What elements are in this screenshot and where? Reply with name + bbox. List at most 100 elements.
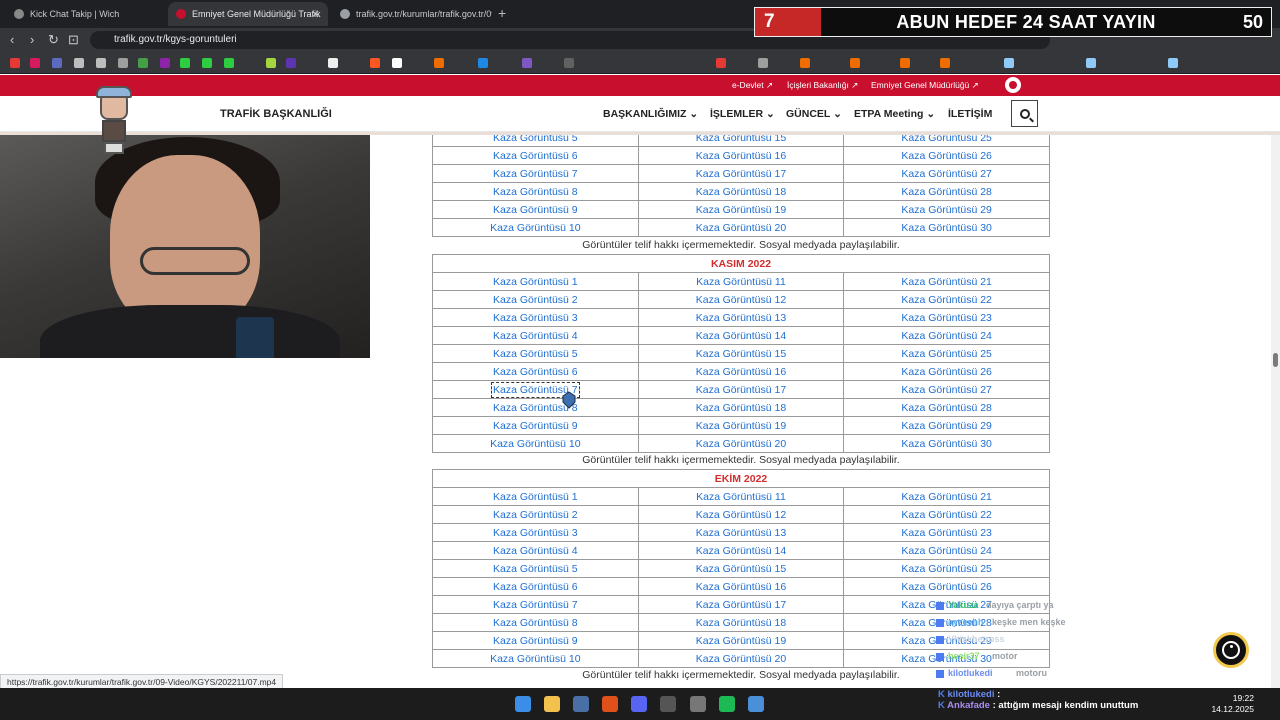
video-link[interactable]: Kaza Görüntüsü 26 bbox=[901, 150, 991, 162]
bookmark-icon[interactable] bbox=[800, 58, 810, 68]
video-link[interactable]: Kaza Görüntüsü 16 bbox=[696, 581, 786, 593]
new-tab-icon[interactable]: + bbox=[498, 5, 506, 21]
nav-islemler[interactable]: İŞLEMLER ⌄ bbox=[710, 108, 775, 120]
video-link[interactable]: Kaza Görüntüsü 21 bbox=[901, 276, 991, 288]
video-link[interactable]: Kaza Görüntüsü 2 bbox=[493, 294, 578, 306]
gmail-icon[interactable] bbox=[118, 58, 128, 68]
video-link[interactable]: Kaza Görüntüsü 7 bbox=[493, 168, 578, 180]
folder-icon[interactable] bbox=[758, 58, 768, 68]
video-link[interactable]: Kaza Görüntüsü 13 bbox=[696, 527, 786, 539]
tab-trafik-file[interactable]: trafik.gov.tr/kurumlar/trafik.gov.tr/09 bbox=[332, 2, 492, 26]
video-link[interactable]: Kaza Görüntüsü 11 bbox=[696, 276, 786, 288]
bookmark-icon[interactable] bbox=[52, 58, 62, 68]
accessibility-button[interactable] bbox=[1213, 632, 1249, 668]
forward-icon[interactable]: › bbox=[30, 32, 34, 47]
video-link[interactable]: Kaza Görüntüsü 15 bbox=[696, 563, 786, 575]
bookmark-icon[interactable] bbox=[900, 58, 910, 68]
bookmark-icon[interactable] bbox=[286, 58, 296, 68]
video-link[interactable]: Kaza Görüntüsü 24 bbox=[901, 545, 991, 557]
video-link[interactable]: Kaza Görüntüsü 1 bbox=[493, 491, 578, 503]
video-link[interactable]: Kaza Görüntüsü 25 bbox=[901, 348, 991, 360]
bookmark-icon[interactable] bbox=[940, 58, 950, 68]
brave-browser-icon[interactable] bbox=[602, 696, 618, 712]
bookmark-icon[interactable] bbox=[10, 58, 20, 68]
video-link[interactable]: Kaza Görüntüsü 4 bbox=[493, 330, 578, 342]
video-link[interactable]: Kaza Görüntüsü 1 bbox=[493, 276, 578, 288]
video-link[interactable]: Kaza Görüntüsü 22 bbox=[901, 509, 991, 521]
bookmark-icon[interactable] bbox=[716, 58, 726, 68]
video-link[interactable]: Kaza Görüntüsü 30 bbox=[901, 222, 991, 234]
bookmark-icon[interactable] bbox=[96, 58, 106, 68]
site-search-button[interactable] bbox=[1011, 100, 1038, 127]
video-link[interactable]: Kaza Görüntüsü 28 bbox=[901, 186, 991, 198]
video-link[interactable]: Kaza Görüntüsü 25 bbox=[901, 563, 991, 575]
video-link[interactable]: Kaza Görüntüsü 27 bbox=[901, 168, 991, 180]
video-link[interactable]: Kaza Görüntüsü 17 bbox=[696, 168, 786, 180]
nav-baskanligimiz[interactable]: BAŞKANLIĞIMIZ ⌄ bbox=[603, 108, 698, 120]
twitch-icon[interactable] bbox=[160, 58, 170, 68]
video-link[interactable]: Kaza Görüntüsü 18 bbox=[696, 617, 786, 629]
windows-start-icon[interactable] bbox=[515, 696, 531, 712]
video-link[interactable]: Kaza Görüntüsü 14 bbox=[696, 545, 786, 557]
bookmark-icon[interactable] bbox=[522, 58, 532, 68]
bookmark-icon[interactable]: ⊡ bbox=[68, 32, 79, 48]
video-link[interactable]: Kaza Görüntüsü 21 bbox=[901, 491, 991, 503]
kick-icon[interactable] bbox=[202, 58, 212, 68]
nav-etpa[interactable]: ETPA Meeting ⌄ bbox=[854, 108, 935, 120]
video-link[interactable]: Kaza Görüntüsü 24 bbox=[901, 330, 991, 342]
video-link[interactable]: Kaza Görüntüsü 11 bbox=[696, 491, 786, 503]
steam-icon[interactable] bbox=[573, 696, 589, 712]
video-link[interactable]: Kaza Görüntüsü 2 bbox=[493, 509, 578, 521]
video-link[interactable]: Kaza Görüntüsü 17 bbox=[696, 599, 786, 611]
video-link[interactable]: Kaza Görüntüsü 6 bbox=[493, 150, 578, 162]
bookmark-icon[interactable] bbox=[564, 58, 574, 68]
video-link[interactable]: Kaza Görüntüsü 7 bbox=[493, 599, 578, 611]
obs-icon[interactable] bbox=[690, 696, 706, 712]
tab-egm-trafik[interactable]: Emniyet Genel Müdürlüğü Trafik ✕ bbox=[168, 2, 328, 26]
link-edevlet[interactable]: e-Devlet ↗ bbox=[732, 80, 773, 91]
video-link[interactable]: Kaza Görüntüsü 15 bbox=[696, 135, 786, 144]
video-link[interactable]: Kaza Görüntüsü 26 bbox=[901, 366, 991, 378]
discord-icon[interactable] bbox=[631, 696, 647, 712]
app-icon[interactable] bbox=[748, 696, 764, 712]
drive-icon[interactable] bbox=[138, 58, 148, 68]
x-twitter-icon[interactable] bbox=[328, 58, 338, 68]
bookmark-icon[interactable] bbox=[74, 58, 84, 68]
video-link[interactable]: Kaza Görüntüsü 22 bbox=[901, 294, 991, 306]
link-egm[interactable]: Emniyet Genel Müdürlüğü ↗ bbox=[871, 80, 979, 91]
video-link[interactable]: Kaza Görüntüsü 14 bbox=[696, 330, 786, 342]
steam-icon[interactable] bbox=[1086, 58, 1096, 68]
video-link[interactable]: Kaza Görüntüsü 6 bbox=[493, 581, 578, 593]
nav-iletisim[interactable]: İLETİŞİM bbox=[948, 108, 992, 120]
video-link[interactable]: Kaza Görüntüsü 25 bbox=[901, 135, 991, 144]
kick-icon[interactable] bbox=[224, 58, 234, 68]
instagram-icon[interactable] bbox=[30, 58, 40, 68]
video-link[interactable]: Kaza Görüntüsü 30 bbox=[901, 438, 991, 450]
video-link[interactable]: Kaza Görüntüsü 5 bbox=[493, 135, 578, 144]
spotify-icon[interactable] bbox=[719, 696, 735, 712]
steam-icon[interactable] bbox=[1004, 58, 1014, 68]
video-link[interactable]: Kaza Görüntüsü 29 bbox=[901, 204, 991, 216]
close-tab-icon[interactable]: ✕ bbox=[311, 8, 320, 21]
video-link[interactable]: Kaza Görüntüsü 28 bbox=[901, 402, 991, 414]
video-link[interactable]: Kaza Görüntüsü 9 bbox=[493, 635, 578, 647]
video-link[interactable]: Kaza Görüntüsü 5 bbox=[493, 563, 578, 575]
video-link[interactable]: Kaza Görüntüsü 12 bbox=[696, 294, 786, 306]
video-link[interactable]: Kaza Görüntüsü 29 bbox=[901, 420, 991, 432]
video-link[interactable]: Kaza Görüntüsü 19 bbox=[696, 635, 786, 647]
kick-icon[interactable] bbox=[180, 58, 190, 68]
back-icon[interactable]: ‹ bbox=[10, 32, 14, 47]
scrollbar-thumb[interactable] bbox=[1273, 353, 1278, 367]
video-link[interactable]: Kaza Görüntüsü 18 bbox=[696, 402, 786, 414]
video-link[interactable]: Kaza Görüntüsü 6 bbox=[493, 366, 578, 378]
system-clock[interactable]: 19:22 14.12.2025 bbox=[1208, 693, 1254, 715]
video-link[interactable]: Kaza Görüntüsü 5 bbox=[493, 348, 578, 360]
steam-icon[interactable] bbox=[1168, 58, 1178, 68]
video-link[interactable]: Kaza Görüntüsü 27 bbox=[901, 384, 991, 396]
bookmark-icon[interactable] bbox=[478, 58, 488, 68]
video-link[interactable]: Kaza Görüntüsü 16 bbox=[696, 150, 786, 162]
video-link[interactable]: Kaza Görüntüsü 23 bbox=[901, 312, 991, 324]
page-scrollbar[interactable] bbox=[1271, 135, 1280, 688]
video-link[interactable]: Kaza Görüntüsü 9 bbox=[493, 204, 578, 216]
video-link[interactable]: Kaza Görüntüsü 16 bbox=[696, 366, 786, 378]
